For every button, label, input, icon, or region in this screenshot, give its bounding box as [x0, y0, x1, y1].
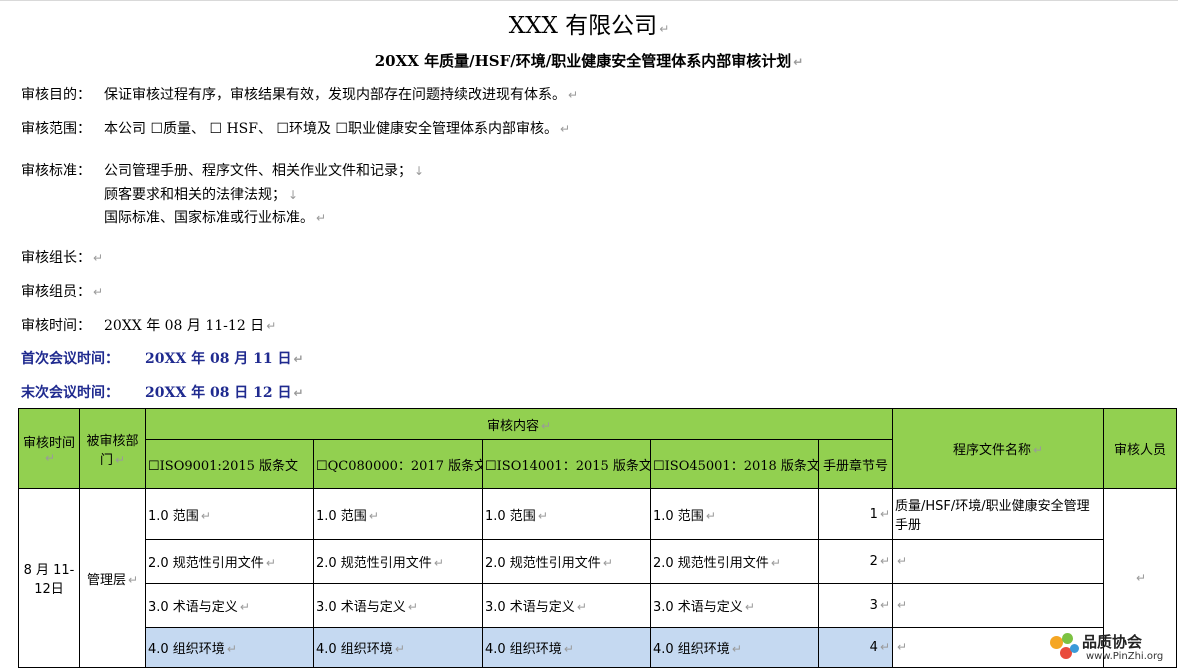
table-row: 8 月 11-12日 管理层 ↵ 1.0 范围 ↵ 1.0 范围 ↵ 1.0 范围 ↵ … — [18, 488, 1178, 668]
plan-title: 20XX 年质量/HSF/环境/职业健康安全管理体系内部审核计划 ↵ — [374, 52, 804, 70]
iso9001-clause: 1.0 范围 ↵ — [145, 488, 314, 540]
iso45001-clause: 2.0 规范性引用文件 ↵ — [650, 539, 819, 584]
company-title: XXX 有限公司 ↵ — [508, 13, 670, 39]
audit-leader: 审核组长： ↵ — [21, 250, 104, 266]
header-manual-chapter: 手册章节号 — [817, 439, 894, 489]
iso9001-clause: 2.0 规范性引用文件 ↵ — [145, 539, 314, 584]
qc080000-clause: 2.0 规范性引用文件 ↵ — [313, 539, 483, 584]
page-top-border — [0, 0, 1178, 1]
iso9001-clause: 4.0 组织环境 ↵ — [145, 627, 314, 668]
logo-blue-dot-icon — [1070, 644, 1079, 653]
table-row: 3.0 术语与定义 ↵ 3.0 术语与定义 ↵ 3.0 术语与定义 ↵ 3.0 术语与… — [19, 583, 1177, 628]
qc080000-clause: 4.0 组织环境 ↵ — [313, 627, 483, 668]
audit-standard: 审核标准： 公司管理手册、程序文件、相关作业文件和记录； ↓ — [21, 163, 425, 179]
pinzhi-watermark-logo: 品质协会 www.PinZhi.org — [1046, 630, 1174, 666]
watermark-url: www.PinZhi.org — [1086, 651, 1164, 662]
header-audit-content: 审核内容 ↵ — [144, 408, 894, 440]
iso9001-clause: 3.0 术语与定义 ↵ — [145, 583, 314, 628]
qc080000-clause: 1.0 范围 ↵ — [313, 488, 483, 540]
qc080000-clause: 3.0 术语与定义 ↵ — [313, 583, 483, 628]
iso14001-clause: 3.0 术语与定义 ↵ — [482, 583, 651, 628]
header-iso9001: ☐ISO9001:2015 版条文 — [145, 439, 314, 489]
audit-standard-line-3: 国际标准、国家标准或行业标准。 ↵ — [104, 210, 327, 226]
manual-chapter-cell: 4 ↵ — [817, 627, 894, 668]
procedure-cell: ↵ — [892, 583, 1105, 628]
iso45001-clause: 1.0 范围 ↵ — [650, 488, 819, 540]
procedure-cell: 质量/HSF/环境/职业健康安全管理手册 — [892, 488, 1105, 540]
iso45001-clause: 3.0 术语与定义 ↵ — [650, 583, 819, 628]
audit-date-cell: 8 月 11-12日 — [18, 488, 80, 668]
table-row: 4.0 组织环境 ↵ 4.0 组织环境 ↵ 4.0 组织环境 ↵ 4.0 组织环境 ↵ … — [19, 627, 1177, 668]
manual-chapter-cell: 1 ↵ — [817, 488, 894, 540]
header-audit-time: 审核时间↵ — [18, 408, 80, 489]
audit-time: 审核时间： 20XX 年 08 月 11-12 日 ↵ — [21, 318, 277, 334]
header-auditor: 审核人员 — [1103, 408, 1178, 489]
department-cell: 管理层 ↵ — [79, 488, 146, 668]
header-qc080000: ☐QC080000：2017 版条文 — [313, 439, 483, 489]
first-meeting-time: 首次会议时间： 20XX 年 08 月 11 日 ↵ — [21, 351, 304, 367]
iso45001-clause: 4.0 组织环境 ↵ — [650, 627, 819, 668]
audit-purpose: 审核目的： 保证审核过程有序，审核结果有效，发现内部存在问题持续改进现有体系。 ↵ — [21, 87, 579, 103]
header-procedure-name: 程序文件名称 ↵ — [892, 408, 1105, 489]
audit-members: 审核组员： ↵ — [21, 284, 104, 300]
iso14001-clause: 4.0 组织环境 ↵ — [482, 627, 651, 668]
manual-chapter-cell: 3 ↵ — [817, 583, 894, 628]
table-row: 2.0 规范性引用文件 ↵ 2.0 规范性引用文件 ↵ 2.0 规范性引用文件 ↵ 2… — [19, 539, 1177, 584]
audit-scope: 审核范围： 本公司 ☐质量、 ☐ HSF、 ☐环境及 ☐职业健康安全管理体系内部审… — [21, 121, 571, 137]
last-meeting-time: 末次会议时间： 20XX 年 08 日 12 日 ↵ — [21, 385, 304, 401]
table-header-row-1: 审核时间↵ 被审核部门 ↵ 审核内容 ↵ 程序文件名称 ↵ 审核人员 — [18, 408, 1178, 489]
iso14001-clause: 2.0 规范性引用文件 ↵ — [482, 539, 651, 584]
logo-green-dot-icon — [1062, 633, 1073, 644]
procedure-cell: ↵ — [892, 539, 1105, 584]
manual-chapter-cell: 2 ↵ — [817, 539, 894, 584]
header-department: 被审核部门 ↵ — [79, 408, 146, 489]
audit-standard-line-2: 顾客要求和相关的法律法规； ↓ — [104, 187, 299, 203]
audit-plan-table: 审核时间↵ 被审核部门 ↵ 审核内容 ↵ 程序文件名称 ↵ 审核人员 ☐ISO9001… — [18, 408, 1178, 668]
header-iso14001: ☐ISO14001：2015 版条文 — [482, 439, 651, 489]
watermark-name: 品质协会 — [1082, 633, 1143, 651]
iso14001-clause: 1.0 范围 ↵ — [482, 488, 651, 540]
header-iso45001: ☐ISO45001：2018 版条文 — [650, 439, 819, 489]
